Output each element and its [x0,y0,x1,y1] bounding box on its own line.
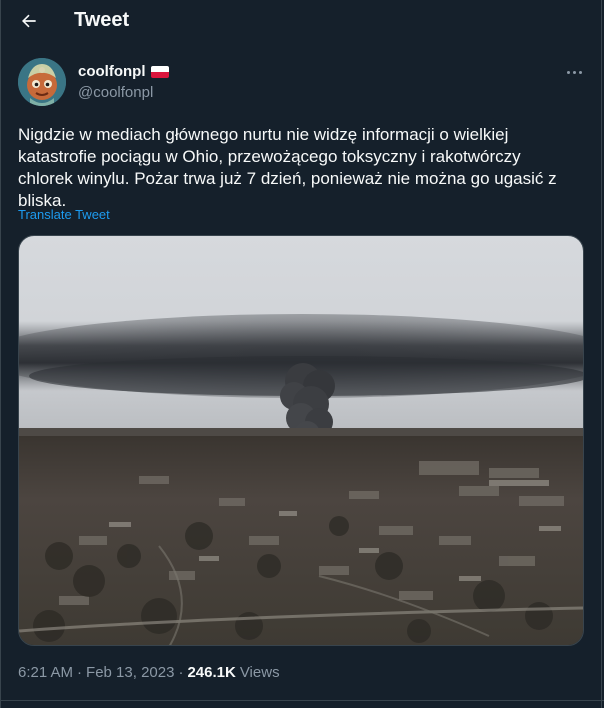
more-options-button[interactable] [562,62,586,82]
meta-separator: · [77,664,83,681]
tweet-time[interactable]: 6:21 AM [18,664,73,681]
top-bar: Tweet [0,0,604,42]
views-label: Views [239,664,280,681]
more-dot [572,70,576,74]
author-handle[interactable]: @coolfonpl [78,84,153,101]
translate-tweet-link[interactable]: Translate Tweet [18,207,110,222]
views-count: 246.1K [187,664,236,681]
avatar[interactable] [18,58,66,106]
tweet-date[interactable]: Feb 13, 2023 [86,664,174,681]
avatar-image [18,58,66,106]
aerial-photo-smoke-plume-over-town [19,236,583,645]
more-dot [578,70,582,74]
more-dots-icon [566,70,570,74]
meta-separator: · [178,664,184,681]
poland-flag-icon [150,65,169,78]
author-name-row: coolfonpl [78,63,169,80]
tweet-text: Nigdzie w mediach głównego nurtu nie wid… [18,125,557,210]
page-title: Tweet [74,9,130,31]
arrow-left-icon [22,14,36,28]
divider [0,700,604,701]
tweet-meta: 6:21 AM · Feb 13, 2023 · 246.1K Views [18,664,280,681]
tweet-media-photo[interactable] [18,235,584,646]
author-display-name[interactable]: coolfonpl [78,63,146,80]
back-button[interactable] [14,6,44,36]
